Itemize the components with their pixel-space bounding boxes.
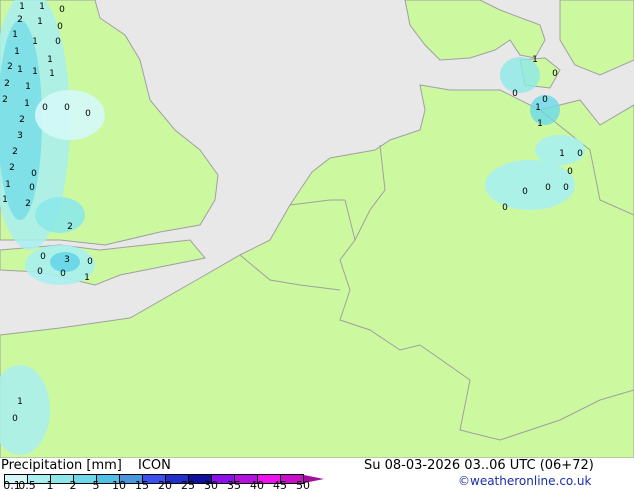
legend-tick-label: 2 — [69, 479, 77, 492]
precip-value-label: 1 — [2, 195, 8, 205]
precip-value-label: 0 — [40, 252, 46, 262]
precip-value-label: 2 — [7, 62, 13, 72]
precip-value-label: 1 — [25, 82, 31, 92]
precip-value-label: 1 — [17, 65, 23, 75]
precipitation-map[interactable]: 1 12 110011011 12 12 12 1 0 00232201 01 220 30 0 1010… — [0, 0, 634, 458]
precip-value-label: 2 — [67, 222, 73, 232]
precip-value-label: 2 — [25, 199, 31, 209]
precip-value-label: 0 — [545, 183, 551, 193]
precip-value-label: 0 — [57, 22, 63, 32]
precip-value-label: 0 — [552, 69, 558, 79]
precip-value-label: 2 — [2, 95, 8, 105]
forecast-datetime: Su 08-03-2026 03..06 UTC (06+72) — [364, 458, 594, 473]
precip-value-label: 1 — [47, 55, 53, 65]
precip-value-label: 0 — [522, 187, 528, 197]
precip-value-label: 0 — [29, 183, 35, 193]
precip-value-label: 1 — [12, 30, 18, 40]
precip-value-label: 0 — [60, 269, 66, 279]
precip-value-label: 0 — [85, 109, 91, 119]
legend-tick-label: 1 — [46, 479, 54, 492]
legend-tick-label: 20 — [158, 479, 172, 492]
precip-value-label: 0 — [12, 414, 18, 424]
legend-tick-label: 15 — [135, 479, 149, 492]
precip-value-label: 1 — [24, 99, 30, 109]
legend-tick-label: 30 — [204, 479, 218, 492]
precip-value-label: 2 — [4, 79, 10, 89]
precip-value-label: 0 — [31, 169, 37, 179]
precip-value-label: 1 — [84, 273, 90, 283]
legend-tick-label: 40 — [250, 479, 264, 492]
precip-value-label: 0 — [512, 89, 518, 99]
credit-link[interactable]: ©weatheronline.co.uk — [458, 474, 591, 488]
legend-title: Precipitation [mm] — [1, 458, 122, 473]
precip-value-label: 0 — [37, 267, 43, 277]
precip-value-label: 0 — [55, 37, 61, 47]
legend-tick-label: 25 — [181, 479, 195, 492]
precip-value-label: 1 — [14, 47, 20, 57]
precip-value-label: 1 — [49, 69, 55, 79]
model-name: ICON — [138, 458, 171, 473]
precip-value-label: 3 — [17, 131, 23, 141]
precip-value-label: 0 — [563, 183, 569, 193]
precip-value-label: 0 — [542, 95, 548, 105]
precip-value-label: 3 — [64, 255, 70, 265]
precip-value-label: 0 — [64, 103, 70, 113]
precip-value-label: 2 — [12, 147, 18, 157]
legend-tick-label: 5 — [92, 479, 100, 492]
precip-value-label: 1 — [19, 2, 25, 12]
precip-value-label: 2 — [17, 15, 23, 25]
precip-value-label: 1 — [535, 103, 541, 113]
precip-value-label: 1 — [559, 149, 565, 159]
precip-value-label: 0 — [567, 167, 573, 177]
precip-value-label: 1 — [32, 67, 38, 77]
precip-value-label: 1 — [39, 2, 45, 12]
legend-bar: Precipitation [mm] ICON Su 08-03-2026 03… — [0, 458, 634, 492]
precip-value-label: 1 — [532, 55, 538, 65]
legend-tick-label: 10 — [112, 479, 126, 492]
precip-value-label: 2 — [9, 163, 15, 173]
precip-value-label: 0 — [42, 103, 48, 113]
precip-value-label: 0 — [87, 257, 93, 267]
precip-value-label: 0 — [502, 203, 508, 213]
precip-value-label: 1 — [32, 37, 38, 47]
precip-value-label: 0 — [577, 149, 583, 159]
legend-tick-label: 35 — [227, 479, 241, 492]
legend-tick-label: 0.5 — [18, 479, 36, 492]
precip-value-label: 1 — [537, 119, 543, 129]
precip-value-label: 0 — [59, 5, 65, 15]
precip-value-label: 1 — [37, 17, 43, 27]
legend-tick-label: 45 — [273, 479, 287, 492]
precip-value-label: 1 — [17, 397, 23, 407]
precip-value-label: 1 — [5, 180, 11, 190]
precip-value-label: 2 — [19, 115, 25, 125]
legend-tick-label: 50 — [296, 479, 310, 492]
